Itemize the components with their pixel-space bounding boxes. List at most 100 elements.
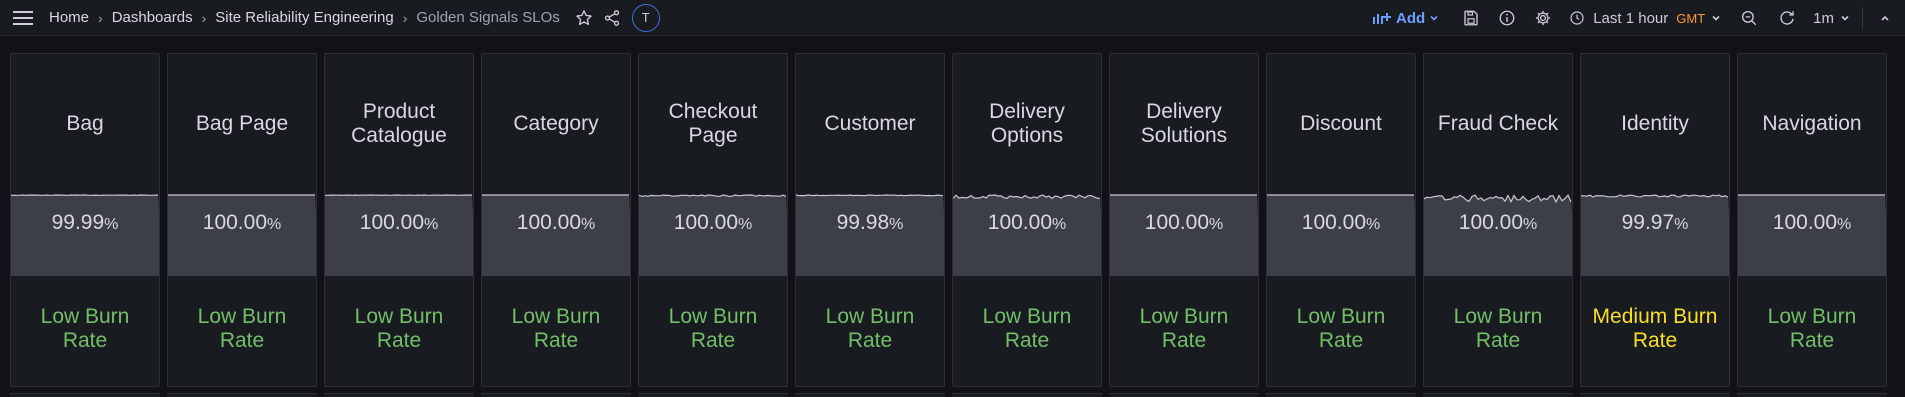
slo-panel[interactable]: Discount 100.00% Low Burn Rate <box>1266 53 1416 387</box>
sparkline-area <box>796 194 944 276</box>
chevron-down-icon <box>1841 15 1849 21</box>
time-range-label: Last 1 hour <box>1593 9 1669 27</box>
save-icon[interactable] <box>1457 4 1485 32</box>
next-row-panel-edge <box>324 393 474 397</box>
panel-title: Bag <box>66 112 104 135</box>
slo-value: 99.97% <box>1581 211 1729 235</box>
burn-rate-status: Low Burn Rate <box>1296 305 1386 352</box>
chevron-right-icon: › <box>402 9 408 26</box>
burn-rate-status: Low Burn Rate <box>1453 305 1543 352</box>
user-avatar[interactable]: T <box>631 3 660 32</box>
slo-panel[interactable]: Customer 99.98% Low Burn Rate <box>795 53 945 387</box>
sparkline-area <box>953 194 1101 276</box>
refresh-interval-label: 1m <box>1813 9 1834 27</box>
add-button[interactable]: Add <box>1372 10 1439 27</box>
panel-title: Delivery Options <box>989 100 1065 147</box>
panel-title: Fraud Check <box>1437 112 1559 135</box>
panel-title: Navigation <box>1762 112 1862 135</box>
slo-value-number: 100.00 <box>1301 211 1366 234</box>
zoom-out-icon[interactable] <box>1735 4 1763 32</box>
slo-value-number: 100.00 <box>1772 211 1837 234</box>
chevron-down-icon <box>1430 15 1438 21</box>
menu-icon[interactable] <box>11 6 35 30</box>
burn-rate-status: Medium Burn Rate <box>1592 305 1718 352</box>
slo-value-number: 100.00 <box>987 211 1052 234</box>
panel-title: Category <box>513 112 599 135</box>
slo-value-unit: % <box>1366 216 1381 233</box>
sparkline-area <box>1267 194 1415 276</box>
gear-icon[interactable] <box>1529 4 1557 32</box>
next-panel-row <box>10 393 1905 397</box>
slo-panel[interactable]: Identity 99.97% Medium Burn Rate <box>1580 53 1730 387</box>
slo-value-unit: % <box>104 216 119 233</box>
burn-rate-status: Low Burn Rate <box>40 305 130 352</box>
panel-title: Discount <box>1300 112 1382 135</box>
sparkline-area <box>168 194 316 276</box>
top-navbar: Home › Dashboards › Site Reliability Eng… <box>0 0 1905 36</box>
slo-value-unit: % <box>1523 216 1538 233</box>
chevron-right-icon: › <box>201 9 207 26</box>
next-row-panel-edge <box>1737 393 1887 397</box>
collapse-chevron-icon[interactable] <box>1871 4 1899 32</box>
slo-value-unit: % <box>581 216 596 233</box>
burn-rate-status: Low Burn Rate <box>197 305 287 352</box>
slo-panel[interactable]: Checkout Page 100.00% Low Burn Rate <box>638 53 788 387</box>
sparkline-area <box>1110 194 1258 276</box>
slo-value-unit: % <box>1837 216 1852 233</box>
slo-value: 100.00% <box>325 211 473 235</box>
slo-value-unit: % <box>1674 216 1689 233</box>
timezone-label: GMT <box>1676 10 1706 26</box>
burn-rate-status: Low Burn Rate <box>1139 305 1229 352</box>
slo-value: 100.00% <box>1110 211 1258 235</box>
slo-panel[interactable]: Category 100.00% Low Burn Rate <box>481 53 631 387</box>
refresh-icon[interactable] <box>1773 4 1801 32</box>
slo-panel[interactable]: Bag 99.99% Low Burn Rate <box>10 53 160 387</box>
time-range-picker[interactable]: Last 1 hour GMT <box>1569 10 1721 27</box>
next-row-panel-edge <box>795 393 945 397</box>
sparkline-area <box>325 194 473 276</box>
next-row-panel-edge <box>952 393 1102 397</box>
burn-rate-status: Low Burn Rate <box>668 305 758 352</box>
sparkline-area <box>639 194 787 276</box>
slo-value-number: 100.00 <box>1458 211 1523 234</box>
info-icon[interactable] <box>1493 4 1521 32</box>
panel-title: Product Catalogue <box>351 100 447 147</box>
slo-value-unit: % <box>267 216 282 233</box>
slo-panel[interactable]: Fraud Check 100.00% Low Burn Rate <box>1423 53 1573 387</box>
slo-value-number: 99.99 <box>51 211 105 234</box>
slo-value: 100.00% <box>953 211 1101 235</box>
breadcrumb-folder[interactable]: Site Reliability Engineering <box>215 9 393 26</box>
slo-value: 100.00% <box>482 211 630 235</box>
next-row-panel-edge <box>1266 393 1416 397</box>
slo-panel[interactable]: Navigation 100.00% Low Burn Rate <box>1737 53 1887 387</box>
slo-value-number: 100.00 <box>359 211 424 234</box>
breadcrumb: Home › Dashboards › Site Reliability Eng… <box>49 9 560 26</box>
burn-rate-status: Low Burn Rate <box>982 305 1072 352</box>
slo-value-number: 100.00 <box>1144 211 1209 234</box>
toolbar-divider <box>1862 7 1863 29</box>
chevron-right-icon: › <box>98 9 103 26</box>
slo-value: 100.00% <box>1267 211 1415 235</box>
slo-panel[interactable]: Delivery Options 100.00% Low Burn Rate <box>952 53 1102 387</box>
slo-value-number: 99.98 <box>836 211 890 234</box>
slo-panel[interactable]: Product Catalogue 100.00% Low Burn Rate <box>324 53 474 387</box>
breadcrumb-home[interactable]: Home <box>49 9 89 26</box>
breadcrumb-dashboards[interactable]: Dashboards <box>112 9 193 26</box>
slo-value: 100.00% <box>1738 211 1886 235</box>
slo-panel[interactable]: Bag Page 100.00% Low Burn Rate <box>167 53 317 387</box>
refresh-interval-picker[interactable]: 1m <box>1813 10 1850 27</box>
sparkline-area <box>1738 194 1886 276</box>
slo-value-number: 100.00 <box>202 211 267 234</box>
page-title: Golden Signals SLOs <box>416 9 560 26</box>
star-icon[interactable] <box>570 4 598 32</box>
slo-value-unit: % <box>424 216 439 233</box>
slo-value-unit: % <box>738 216 753 233</box>
slo-value-unit: % <box>1209 216 1224 233</box>
slo-value: 100.00% <box>168 211 316 235</box>
slo-value: 100.00% <box>639 211 787 235</box>
next-row-panel-edge <box>10 393 160 397</box>
burn-rate-status: Low Burn Rate <box>825 305 915 352</box>
share-icon[interactable] <box>598 4 626 32</box>
slo-panel[interactable]: Delivery Solutions 100.00% Low Burn Rate <box>1109 53 1259 387</box>
burn-rate-status: Low Burn Rate <box>354 305 444 352</box>
